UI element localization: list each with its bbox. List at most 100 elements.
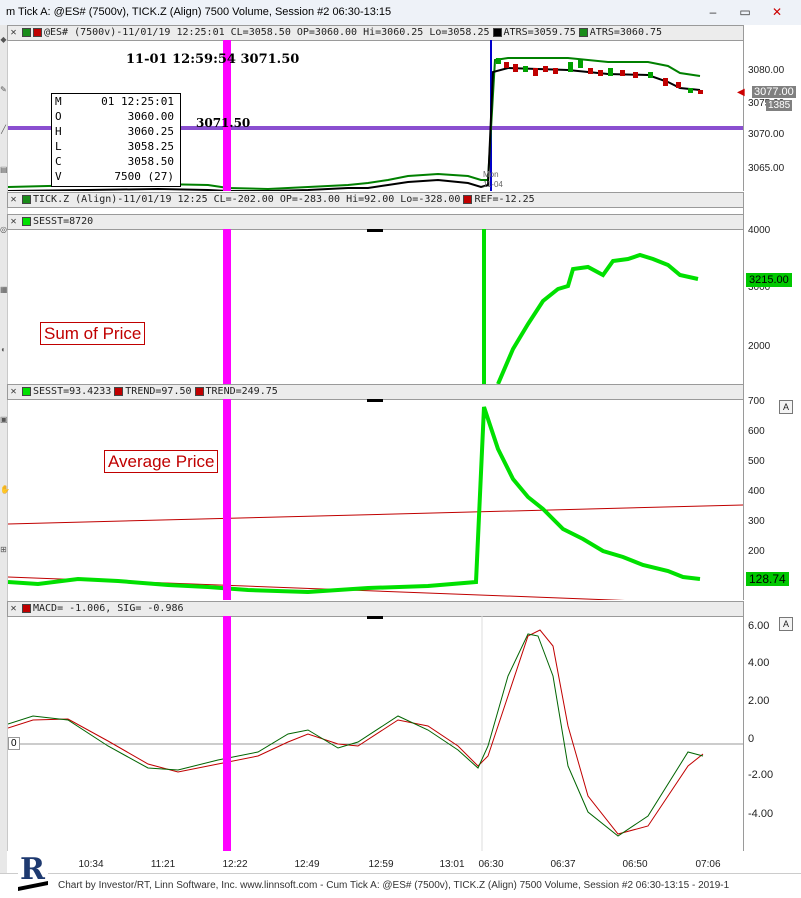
signal-line	[8, 629, 704, 835]
magenta-marker[interactable]	[223, 616, 231, 851]
toolbar-tool-icon[interactable]: ▦	[0, 285, 8, 294]
legend-swatch	[22, 216, 31, 226]
tick-pane-header: ✕ TICK.Z (Align)-11/01/19 12:25 CL=-202.0…	[7, 192, 745, 208]
axis-tick: 3065.00	[748, 163, 785, 174]
axis-tick: 0	[748, 733, 755, 745]
time-tick: 13:01	[439, 859, 465, 870]
axis-tick: 3080.00	[748, 65, 785, 76]
toolbar-tool-icon[interactable]: ◆	[0, 35, 7, 44]
title-bar: m Tick A: @ES# (7500v), TICK.Z (Align) 7…	[0, 0, 801, 26]
cursor-readout: 11-01 12:59:54 3071.50	[126, 52, 300, 67]
maximize-button[interactable]: ▭	[732, 4, 758, 21]
minimize-button[interactable]: –	[700, 4, 726, 21]
price-axis[interactable]: 3080.00 3075.00 3070.00 3065.00 3077.00 …	[737, 25, 801, 191]
legend-swatch	[22, 386, 31, 396]
macd-plot-svg	[8, 616, 743, 851]
toolbar-tool-icon[interactable]: ✋	[0, 485, 10, 494]
atrs2-label: ATRS=3060.75	[589, 27, 663, 38]
toolbar-tool-icon[interactable]: ✎	[0, 85, 7, 94]
close-pane-icon[interactable]: ✕	[8, 602, 19, 615]
close-pane-icon[interactable]: ✕	[8, 26, 19, 39]
magenta-marker[interactable]	[223, 229, 231, 384]
mon-label: Mon	[483, 170, 499, 179]
toolbar-tool-icon[interactable]: ╱	[0, 125, 7, 134]
linnsoft-logo-icon: R	[18, 849, 48, 893]
sum-axis[interactable]: 4000 3000 2000 3215.00	[743, 214, 801, 384]
hline-label: 3071.50	[196, 116, 251, 130]
ohlc-row: H 3060.25	[52, 124, 180, 139]
drag-handle[interactable]	[367, 229, 383, 232]
ohlc-value: 7500 (27)	[114, 170, 174, 183]
axis-tick: 4.00	[748, 657, 770, 669]
ohlc-row: L 3058.25	[52, 139, 180, 154]
avg-series-line	[8, 406, 701, 595]
svg-text:R: R	[20, 852, 46, 887]
ohlc-key: C	[55, 155, 62, 168]
magenta-marker[interactable]	[223, 399, 231, 600]
axis-tick: -4.00	[748, 808, 774, 820]
last-price-arrow-icon: ◀	[737, 87, 745, 98]
toolbar-tool-icon[interactable]: ▤	[0, 165, 8, 174]
toolbar-tool-icon[interactable]: ◐	[0, 345, 7, 354]
axis-tick: 6.00	[748, 620, 770, 632]
axis-tick: 600	[748, 426, 765, 437]
window-title: m Tick A: @ES# (7500v), TICK.Z (Align) 7…	[6, 6, 392, 18]
ohlc-key: H	[55, 125, 62, 138]
close-pane-icon[interactable]: ✕	[8, 215, 19, 228]
price-header-text: @ES# (7500v)-11/01/19 12:25:01 CL=3058.5…	[44, 27, 490, 38]
close-pane-icon[interactable]: ✕	[8, 385, 19, 398]
ohlc-value: 3058.25	[127, 140, 174, 153]
sum-of-price-label: Sum of Price	[40, 322, 146, 345]
last-sub-tag: 1385	[766, 100, 793, 111]
axis-tick: 400	[748, 486, 765, 497]
ohlc-row: V 7500 (27)	[52, 169, 180, 184]
legend-swatch	[33, 27, 42, 37]
axis-tick: 500	[748, 456, 765, 467]
legend-swatch	[492, 27, 502, 37]
macd-line	[8, 633, 704, 837]
drag-handle[interactable]	[367, 399, 383, 402]
date-label: 11-04	[483, 180, 503, 189]
drag-handle[interactable]	[367, 616, 383, 619]
axis-tick: 3070.00	[748, 129, 785, 140]
footer-text: Chart by Investor/RT, Linn Software, Inc…	[58, 880, 730, 891]
time-axis[interactable]: 10:34 11:21 12:22 12:49 12:59 13:01 06:3…	[7, 851, 743, 873]
price-pane-header: ✕ @ES# (7500v)-11/01/19 12:25:01 CL=3058.…	[7, 25, 745, 41]
avg-axis[interactable]: 700 600 500 400 300 200 128.74 A	[743, 384, 801, 600]
axis-tick: 2000	[748, 341, 771, 352]
atrs1-label: ATRS=3059.75	[503, 27, 576, 38]
trend1-label: TREND=97.50	[125, 386, 192, 397]
ohlc-value: 01 12:25:01	[101, 95, 174, 108]
legend-swatch	[22, 603, 31, 613]
ohlc-value: 3058.50	[127, 155, 174, 168]
toolbar-tool-icon[interactable]: ◎	[0, 225, 7, 234]
time-tick: 12:22	[222, 859, 248, 870]
avg-chart[interactable]: Average Price	[8, 399, 743, 600]
avg-sesst-label: SESST=93.4233	[33, 386, 112, 397]
tick-axis[interactable]	[743, 192, 801, 214]
zero-label: 0	[8, 737, 20, 750]
close-button[interactable]: ✕	[764, 4, 790, 21]
axis-tick: 700	[748, 396, 765, 407]
legend-swatch	[114, 386, 124, 396]
macd-axis[interactable]: 6.00 4.00 2.00 0 -2.00 -4.00 A	[743, 601, 801, 851]
avg-pane-header: ✕ SESST=93.4233 TREND=97.50 TREND=249.75	[7, 384, 745, 400]
sum-chart[interactable]: Sum of Price	[8, 229, 743, 384]
ohlc-row: C 3058.50	[52, 154, 180, 169]
legend-swatch	[578, 27, 588, 37]
axis-tick: 300	[748, 516, 765, 527]
ohlc-value: 3060.25	[127, 125, 174, 138]
autoscale-button[interactable]: A	[779, 617, 793, 631]
autoscale-button[interactable]: A	[779, 400, 793, 414]
legend-swatch	[22, 27, 31, 37]
toolbar-tool-icon[interactable]: ⊞	[0, 545, 7, 554]
macd-pane-header: ✕ MACD= -1.006, SIG= -0.986	[7, 601, 745, 617]
legend-swatch	[463, 194, 473, 204]
macd-chart[interactable]: 0	[8, 616, 743, 851]
candles	[496, 58, 703, 94]
trend-line-1	[8, 504, 743, 525]
ohlc-key: O	[55, 110, 62, 123]
toolbar-tool-icon[interactable]: ▣	[0, 415, 8, 424]
close-pane-icon[interactable]: ✕	[8, 193, 19, 206]
sum-sesst-label: SESST=8720	[33, 216, 94, 227]
